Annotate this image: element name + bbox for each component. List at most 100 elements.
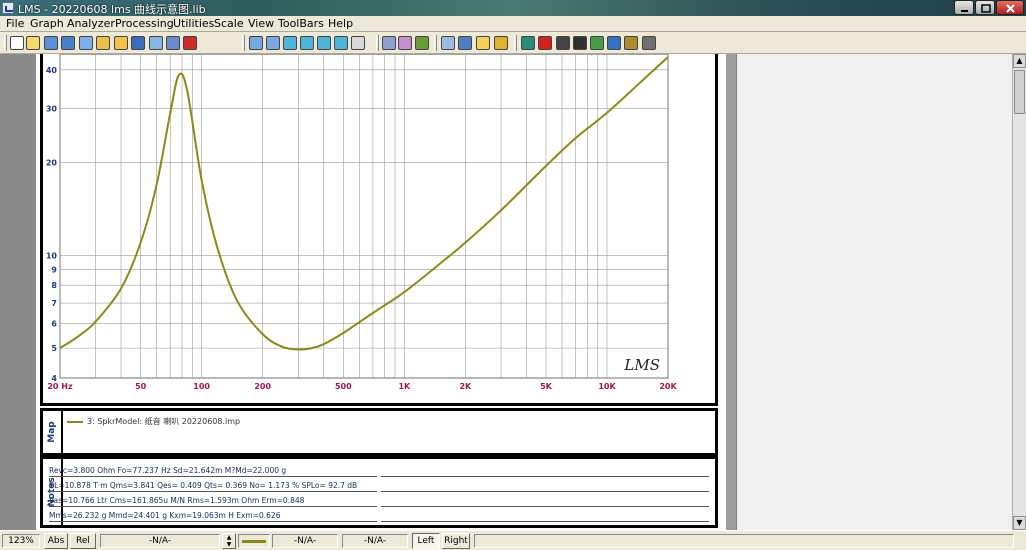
printer-icon[interactable] <box>131 36 145 50</box>
layout-icon[interactable] <box>441 36 455 50</box>
x-tick-label: 5K <box>540 382 553 391</box>
status-bar: 123% Abs Rel -N/A- ▲ ▼ -N/A- -N/A- Left R… <box>0 530 1026 550</box>
plot-area <box>59 54 669 379</box>
menu-toolbars[interactable]: ToolBars <box>278 17 324 30</box>
menu-analyzer[interactable]: Analyzer <box>67 17 115 30</box>
x-tick-label: 100 <box>193 382 210 391</box>
map-label: Map <box>47 421 57 443</box>
save-all-icon[interactable] <box>79 36 93 50</box>
maximize-button[interactable] <box>975 0 995 15</box>
note-rule <box>381 506 709 507</box>
menu-view[interactable]: View <box>248 17 274 30</box>
menu-scale[interactable]: Scale <box>214 17 244 30</box>
grid-icon[interactable] <box>351 36 365 50</box>
disk-icon[interactable] <box>573 36 587 50</box>
chip-icon[interactable] <box>521 36 535 50</box>
spin-arrows-icon[interactable]: ▲ ▼ <box>222 533 236 549</box>
red-stop-icon[interactable] <box>538 36 552 50</box>
window-controls <box>953 0 1024 15</box>
note-rule <box>49 476 377 477</box>
save-as-icon[interactable] <box>61 36 75 50</box>
minimize-icon <box>961 10 968 12</box>
map-panel: Map 3: SpkrModel: 纸音 喇叭 20220608.imp <box>40 408 718 456</box>
window-title: LMS - 20220608 lms 曲线示意图.lib <box>18 3 206 16</box>
app-icon <box>2 2 14 14</box>
minimize-button[interactable] <box>954 0 974 15</box>
menu-processing[interactable]: Processing <box>115 17 174 30</box>
print-setup-icon[interactable] <box>96 36 110 50</box>
new-icon[interactable] <box>10 36 24 50</box>
x-tick-label: 2K <box>459 382 472 391</box>
x-tick-label: 50 <box>135 382 147 391</box>
zoom-2-icon[interactable] <box>300 36 314 50</box>
zoom-out-icon[interactable] <box>266 36 280 50</box>
status-field-1: -N/A- <box>100 534 220 548</box>
toolbar-grip <box>4 35 7 51</box>
menu-utilities[interactable]: Utilities <box>173 17 214 30</box>
trace-swatch[interactable] <box>238 534 270 548</box>
yellow-box-icon[interactable] <box>476 36 490 50</box>
edit-icon[interactable] <box>166 36 180 50</box>
y-tick-label: 40 <box>46 66 58 75</box>
abs-button[interactable]: Abs <box>44 533 68 549</box>
circle-icon[interactable] <box>556 36 570 50</box>
scroll-thumb[interactable] <box>1014 70 1025 114</box>
frame-icon[interactable] <box>458 36 472 50</box>
legend-entry-text: 3: SpkrModel: 纸音 喇叭 20220608.imp <box>87 417 241 426</box>
left-button[interactable]: Left <box>412 533 440 549</box>
record-icon[interactable] <box>183 36 197 50</box>
x-tick-label: 10K <box>598 382 616 391</box>
y-tick-label: 9 <box>51 265 57 274</box>
toolbar-grip <box>434 35 437 51</box>
zoom-3-icon[interactable] <box>317 36 331 50</box>
tool-icon[interactable] <box>642 36 656 50</box>
toolbar-grip <box>514 35 517 51</box>
note-rule <box>49 506 377 507</box>
close-button[interactable] <box>996 0 1024 15</box>
zoom-in-icon[interactable] <box>249 36 263 50</box>
open-icon[interactable] <box>26 36 40 50</box>
splitter[interactable] <box>726 54 736 530</box>
right-button[interactable]: Right <box>442 533 470 549</box>
y-tick-label: 10 <box>46 251 58 260</box>
note-rule <box>49 491 377 492</box>
side-pane <box>736 54 1012 530</box>
trace-line-icon <box>242 540 266 543</box>
rel-button[interactable]: Rel <box>70 533 96 549</box>
legend-entry[interactable]: 3: SpkrModel: 纸音 喇叭 20220608.imp <box>67 416 240 427</box>
folder-icon[interactable] <box>114 36 128 50</box>
impedance-chart[interactable]: 20 Hz 50 100 200 500 1K 2K 5K 10K 20K 40 30 20 10 9 8 7 6… <box>40 54 716 402</box>
y-tick-label: 7 <box>51 299 57 308</box>
y-tick-label: 5 <box>51 344 57 353</box>
target-icon[interactable] <box>607 36 621 50</box>
note-line-4: Mms=26.232 g Mmd=24.401 g Kxm=19.063m H … <box>49 511 281 520</box>
note-rule <box>49 521 377 522</box>
menu-file[interactable]: File <box>6 17 24 30</box>
menu-graph[interactable]: Graph <box>30 17 64 30</box>
close-icon <box>1006 4 1015 13</box>
y-tick-label: 4 <box>51 374 57 383</box>
pattern-icon[interactable] <box>398 36 412 50</box>
menu-help[interactable]: Help <box>328 17 353 30</box>
star-icon[interactable] <box>494 36 508 50</box>
scroll-down-arrow-icon[interactable]: ▼ <box>1013 516 1026 530</box>
zoom-1-icon[interactable] <box>283 36 297 50</box>
notes-panel: Notes Revc=3.800 Ohm Fo=77.237 Hz Sd=21.… <box>40 456 718 528</box>
toolbar <box>0 32 1026 54</box>
zoom-4-icon[interactable] <box>334 36 348 50</box>
x-tick-label: 1K <box>398 382 411 391</box>
preview-icon[interactable] <box>149 36 163 50</box>
save-icon[interactable] <box>44 36 58 50</box>
vertical-scrollbar[interactable]: ▲ ▼ <box>1012 54 1026 530</box>
title-bar: LMS - 20220608 lms 曲线示意图.lib <box>0 0 1026 16</box>
status-field-2: -N/A- <box>272 534 338 548</box>
scroll-up-arrow-icon[interactable]: ▲ <box>1013 54 1026 68</box>
status-field-3: -N/A- <box>342 534 408 548</box>
undo-icon[interactable] <box>415 36 429 50</box>
gear-icon[interactable] <box>624 36 638 50</box>
zoom-readout: 123% <box>2 534 40 548</box>
pen-icon[interactable] <box>590 36 604 50</box>
x-tick-label: 20 Hz <box>47 382 73 391</box>
x-tick-label: 20K <box>659 382 677 391</box>
table-icon[interactable] <box>382 36 396 50</box>
